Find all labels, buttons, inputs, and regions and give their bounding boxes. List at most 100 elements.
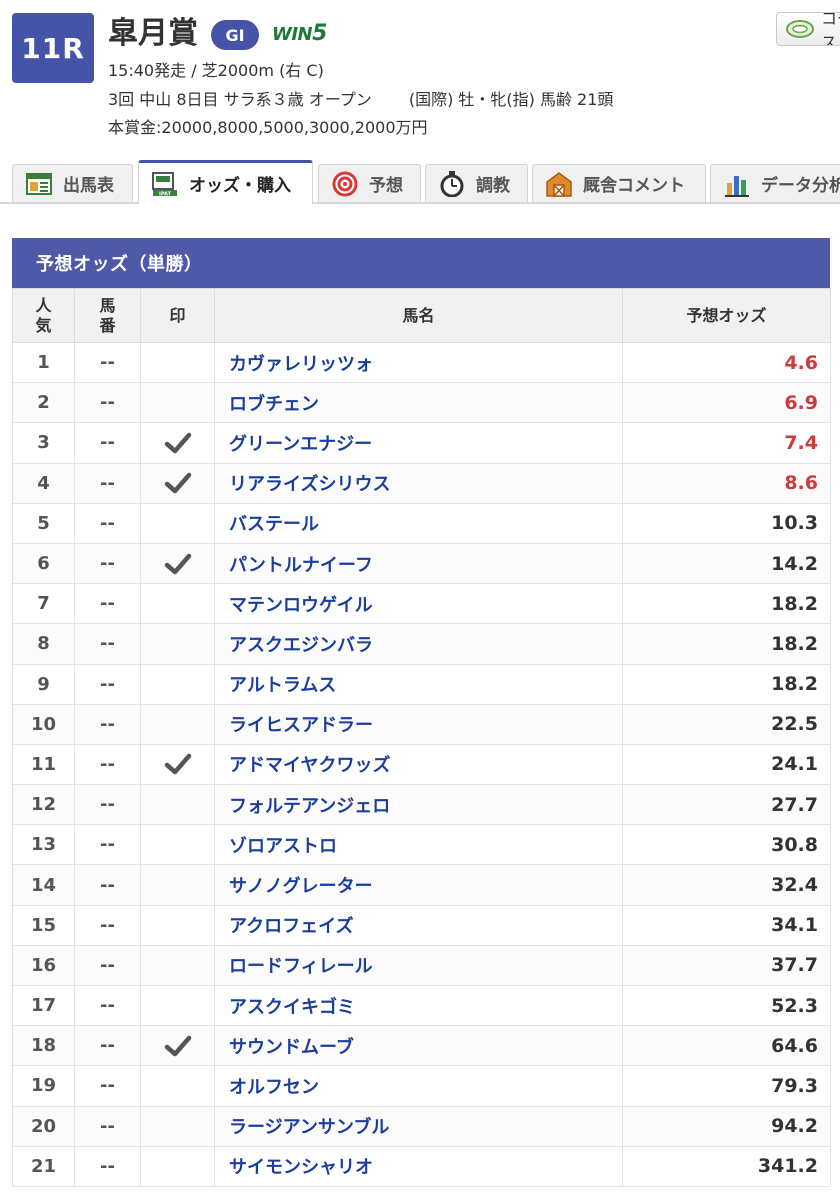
mark-cell[interactable] [140, 1025, 215, 1067]
mark-cell[interactable] [140, 422, 215, 464]
race-conditions: 3回 中山 8日目 サラ系３歳 オープン (国際) 牡・牝(指) 馬齢 21頭 [108, 90, 614, 109]
tab-odds-purchase[interactable]: IPAT オッズ・購入 [138, 160, 313, 204]
table-row[interactable]: 8 -- アスクエジンバラ 18.2 [12, 623, 831, 665]
popularity-rank: 1 [12, 341, 75, 384]
horse-name-link[interactable]: ロブチェン [214, 382, 623, 424]
mark-cell[interactable] [140, 703, 215, 745]
horse-name-link[interactable]: ラージアンサンブル [214, 1105, 623, 1147]
table-row[interactable]: 20 -- ラージアンサンブル 94.2 [12, 1105, 831, 1147]
table-row[interactable]: 14 -- サノノグレーター 32.4 [12, 864, 831, 906]
odds-value: 18.2 [622, 663, 831, 705]
horse-name-link[interactable]: アドマイヤクワッズ [214, 743, 623, 786]
mark-cell[interactable] [140, 462, 215, 504]
mark-cell[interactable] [140, 1145, 215, 1187]
horse-name-link[interactable]: サノノグレーター [214, 864, 623, 906]
horse-number: -- [74, 502, 141, 544]
horse-name-link[interactable]: バステール [214, 502, 623, 544]
mark-cell[interactable] [140, 784, 215, 826]
mark-cell[interactable] [140, 502, 215, 544]
tab-label: 予想 [369, 176, 403, 196]
header-odds[interactable]: 予想オッズ [622, 288, 831, 343]
table-row[interactable]: 1 -- カヴァレリッツォ 4.6 [12, 341, 831, 384]
odds-value: 6.9 [622, 382, 831, 424]
mark-cell[interactable] [140, 904, 215, 946]
popularity-rank: 16 [12, 944, 75, 987]
horse-name-link[interactable]: アスクイキゴミ [214, 984, 623, 1027]
table-row[interactable]: 4 -- リアライズシリウス 8.6 [12, 462, 831, 504]
odds-value: 79.3 [622, 1065, 831, 1107]
mark-cell[interactable] [140, 583, 215, 625]
mark-cell[interactable] [140, 382, 215, 424]
horse-number: -- [74, 462, 141, 504]
horse-number: -- [74, 944, 141, 987]
horse-number: -- [74, 703, 141, 745]
table-row[interactable]: 18 -- サウンドムーブ 64.6 [12, 1025, 831, 1067]
odds-value: 7.4 [622, 422, 831, 464]
mark-cell[interactable] [140, 824, 215, 866]
tab-shutuba[interactable]: 出馬表 [12, 164, 133, 202]
tab-label: データ分析 [761, 176, 840, 196]
mark-cell[interactable] [140, 663, 215, 705]
table-row[interactable]: 3 -- グリーンエナジー 7.4 [12, 422, 831, 464]
mark-cell[interactable] [140, 341, 215, 384]
tab-label: オッズ・購入 [189, 176, 291, 196]
table-icon [25, 171, 53, 197]
horse-name-link[interactable]: ゾロアストロ [214, 824, 623, 866]
mark-cell[interactable] [140, 1105, 215, 1147]
mark-cell[interactable] [140, 542, 215, 585]
table-row[interactable]: 16 -- ロードフィレール 37.7 [12, 944, 831, 987]
table-row[interactable]: 21 -- サイモンシャリオ 341.2 [12, 1145, 831, 1187]
horse-name-link[interactable]: サイモンシャリオ [214, 1145, 623, 1187]
mark-cell[interactable] [140, 984, 215, 1027]
header-horse-number[interactable]: 馬番 [74, 288, 141, 343]
table-row[interactable]: 13 -- ゾロアストロ 30.8 [12, 824, 831, 866]
grade-badge: GI [211, 20, 259, 50]
horse-name-link[interactable]: リアライズシリウス [214, 462, 623, 504]
odds-value: 27.7 [622, 784, 831, 826]
mark-cell[interactable] [140, 864, 215, 906]
horse-name-link[interactable]: サウンドムーブ [214, 1025, 623, 1067]
horse-name-link[interactable]: カヴァレリッツォ [214, 341, 623, 384]
tab-yoso[interactable]: 予想 [318, 164, 421, 202]
header-horse-number-line2: 番 [99, 315, 116, 335]
horse-name-link[interactable]: フォルテアンジェロ [214, 784, 623, 826]
horse-name-link[interactable]: マテンロウゲイル [214, 583, 623, 625]
checkmark-icon [164, 1035, 191, 1057]
horse-name-link[interactable]: アルトラムス [214, 663, 623, 705]
tab-chokyo[interactable]: 調教 [425, 164, 528, 202]
header-popularity[interactable]: 人気 [12, 288, 75, 343]
table-row[interactable]: 7 -- マテンロウゲイル 18.2 [12, 583, 831, 625]
horse-name-link[interactable]: ロードフィレール [214, 944, 623, 987]
table-row[interactable]: 10 -- ライヒスアドラー 22.5 [12, 703, 831, 745]
table-row[interactable]: 11 -- アドマイヤクワッズ 24.1 [12, 743, 831, 786]
ipat-icon: IPAT [151, 171, 179, 197]
horse-name-link[interactable]: グリーンエナジー [214, 422, 623, 464]
table-row[interactable]: 5 -- バステール 10.3 [12, 502, 831, 544]
table-row[interactable]: 19 -- オルフセン 79.3 [12, 1065, 831, 1107]
horse-name-link[interactable]: パントルナイーフ [214, 542, 623, 585]
horse-number: -- [74, 623, 141, 665]
race-start-time-course: 15:40発走 / 芝2000m (右 C) [108, 61, 324, 80]
mark-cell[interactable] [140, 623, 215, 665]
table-row[interactable]: 9 -- アルトラムス 18.2 [12, 663, 831, 705]
mark-cell[interactable] [140, 944, 215, 987]
table-row[interactable]: 15 -- アクロフェイズ 34.1 [12, 904, 831, 946]
mark-cell[interactable] [140, 1065, 215, 1107]
course-button[interactable]: コース [776, 12, 840, 46]
horse-name-link[interactable]: アスクエジンバラ [214, 623, 623, 665]
tab-stable-comment[interactable]: 厩舎コメント [532, 164, 706, 202]
table-row[interactable]: 17 -- アスクイキゴミ 52.3 [12, 984, 831, 1027]
tabs-divider [0, 202, 840, 204]
horse-name-link[interactable]: ライヒスアドラー [214, 703, 623, 745]
mark-cell[interactable] [140, 743, 215, 786]
horse-name-link[interactable]: オルフセン [214, 1065, 623, 1107]
tab-data-analysis[interactable]: データ分析 [710, 164, 840, 202]
horse-name-link[interactable]: アクロフェイズ [214, 904, 623, 946]
horse-number: -- [74, 542, 141, 585]
horse-number: -- [74, 583, 141, 625]
horse-number: -- [74, 743, 141, 786]
table-row[interactable]: 2 -- ロブチェン 6.9 [12, 382, 831, 424]
horse-number: -- [74, 1025, 141, 1067]
table-row[interactable]: 6 -- パントルナイーフ 14.2 [12, 542, 831, 585]
table-row[interactable]: 12 -- フォルテアンジェロ 27.7 [12, 784, 831, 826]
